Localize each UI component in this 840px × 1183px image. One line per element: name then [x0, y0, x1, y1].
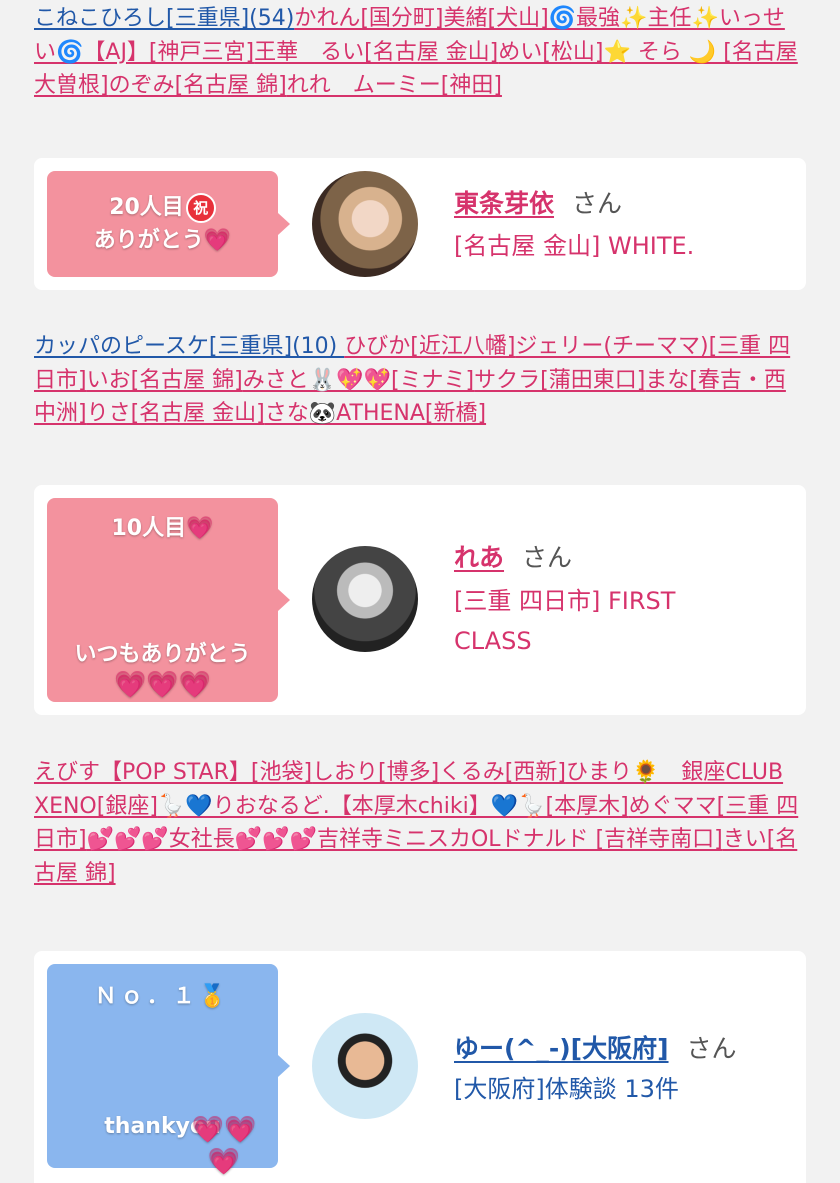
reviewer-card: 20人目祝 ありがとう💗 東条芽依 さん [名古屋 金山] WHITE. [34, 158, 806, 290]
bubble-text: ありがとう [93, 228, 204, 253]
link-item[interactable]: 💕💕💕女社長💕💕💕吉祥寺ミニスカOLドナルド [吉祥寺南口] [87, 827, 723, 852]
link-list-3: えびす【POP STAR】[池袋]しおり[博多]くるみ[西新]ひまり🌻 銀座CL… [34, 756, 806, 890]
link-item[interactable]: こねこひろし[三重県](54) [34, 6, 294, 31]
link-item[interactable]: れれ ムーミー[神田] [287, 73, 502, 98]
heart-icon: 💗 [203, 228, 232, 253]
heart-icon: 💗 [186, 516, 214, 541]
shop-info: [三重 四日市] FIRST CLASS [454, 587, 676, 655]
link-item[interactable]: ひびか[近江八幡] [344, 334, 515, 359]
link-list-1: こねこひろし[三重県](54)かれん[国分町]美緒[犬山]🌀最強✨主任✨いっせい… [34, 2, 806, 103]
thanks-bubble: Ｎｏ．１🥇 thankyou 💗💗💗 [47, 964, 290, 1177]
honorific: さん [522, 543, 573, 572]
reviewer-name-line: ゆー(^_-)[大阪府] さん [454, 1029, 737, 1065]
link-item[interactable]: さな🐼ATHENA[新橋] [265, 401, 486, 426]
shop-info: [名古屋 金山] WHITE. [454, 232, 695, 260]
link-item[interactable]: りさ[名古屋 金山] [87, 401, 265, 426]
link-item[interactable]: サクラ[蒲田東口] [474, 368, 645, 393]
reviewer-name-link[interactable]: ゆー(^_-)[大阪府] [454, 1034, 669, 1063]
celebrate-badge-icon: 祝 [185, 193, 216, 223]
bubble-text: 20人目 [109, 195, 184, 220]
heart-icon: 💗💗💗 [191, 1115, 257, 1177]
shop-info: [大阪府]体験談 13件 [454, 1075, 679, 1103]
reviewer-name-line: 東条芽依 さん [454, 184, 622, 220]
reviewer-card: Ｎｏ．１🥇 thankyou 💗💗💗 ゆー(^_-)[大阪府] さん [大阪府]体… [34, 951, 806, 1183]
link-item[interactable]: カッパのピースケ[三重県](10) [34, 334, 344, 359]
link-item[interactable]: のぞみ[名古屋 錦] [109, 73, 287, 98]
bubble-text: Ｎｏ．１ [94, 984, 199, 1009]
bubble-text: 10人目 [111, 516, 187, 541]
thanks-bubble: 20人目祝 ありがとう💗 [47, 171, 290, 277]
link-item[interactable]: みさと🐰💖💖[ミナミ] [243, 368, 474, 393]
gold-medal-icon: 🥇 [198, 984, 231, 1009]
link-item[interactable]: くるみ[西新] [439, 760, 566, 785]
reviewer-name-line: れあ さん [454, 538, 572, 574]
bubble-text: いつもありがとう [74, 642, 251, 667]
link-item[interactable]: 王華 るい[名古屋 金山] [254, 40, 498, 65]
reviewer-card: 10人目💗 いつもありがとう 💗💗💗 れあ さん [三重 四日市] FIRST C… [34, 485, 806, 715]
avatar[interactable] [312, 1013, 418, 1119]
link-item[interactable]: えびす【POP STAR】[池袋] [34, 760, 312, 785]
thanks-bubble: 10人目💗 いつもありがとう 💗💗💗 [47, 498, 290, 702]
reviewer-name-link[interactable]: 東条芽依 [454, 189, 554, 218]
link-item[interactable]: いお[名古屋 錦] [87, 368, 243, 393]
reviewer-name-link[interactable]: れあ [454, 543, 504, 572]
link-item[interactable]: しおり[博多] [312, 760, 439, 785]
link-item[interactable]: 🪿💙りおなるど.【本厚木chiki】💙🪿[本厚木] [158, 794, 629, 819]
honorific: さん [572, 189, 623, 218]
link-list-2: カッパのピースケ[三重県](10) ひびか[近江八幡]ジェリー(チーママ)[三重… [34, 330, 806, 431]
heart-icon: 💗💗💗 [113, 670, 212, 700]
link-item[interactable]: かれん[国分町] [294, 6, 443, 31]
avatar[interactable] [312, 171, 418, 277]
honorific: さん [686, 1034, 737, 1063]
avatar[interactable] [312, 546, 418, 652]
